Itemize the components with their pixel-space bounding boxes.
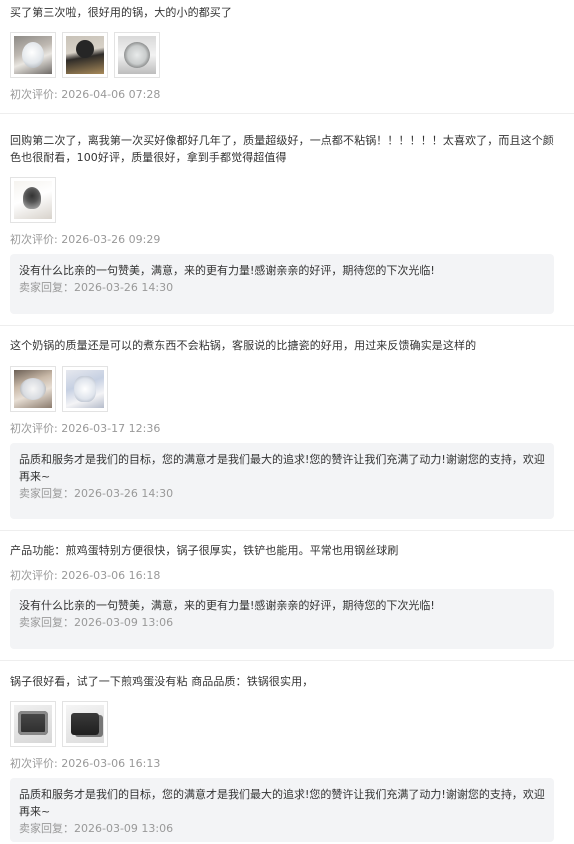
review-image-thumbnail[interactable] <box>62 701 108 747</box>
seller-reply: 没有什么比亲的一句赞美，满意，来的更有力量!感谢亲亲的好评，期待您的下次光临! … <box>10 589 554 649</box>
review-date: 初次评价: 2026-03-26 09:29 <box>10 233 161 246</box>
review-image-thumbnail[interactable] <box>62 32 108 78</box>
review-image-thumbnail[interactable] <box>10 366 56 412</box>
review-images <box>10 366 114 412</box>
review-images <box>10 177 62 223</box>
review-image-thumbnail[interactable] <box>62 366 108 412</box>
seller-reply: 品质和服务才是我们的目标，您的满意才是我们最大的追求!您的赞许让我们充满了动力!… <box>10 778 554 842</box>
review-item: 锅子很好看，试了一下煎鸡蛋没有粘 商品品质：铁锅很实用， 初次评价: 2026-… <box>0 661 574 844</box>
seller-reply: 没有什么比亲的一句赞美，满意，来的更有力量!感谢亲亲的好评，期待您的下次光临! … <box>10 254 554 314</box>
seller-reply-date: 卖家回复：2026-03-09 13:06 <box>19 616 174 629</box>
review-date: 初次评价: 2026-03-06 16:18 <box>10 569 161 582</box>
seller-reply: 品质和服务才是我们的目标，您的满意才是我们最大的追求!您的赞许让我们充满了动力!… <box>10 443 554 519</box>
review-image-thumbnail[interactable] <box>114 32 160 78</box>
photo-icon <box>14 36 52 74</box>
review-text: 锅子很好看，试了一下煎鸡蛋没有粘 商品品质：铁锅很实用， <box>10 675 314 688</box>
seller-reply-text: 品质和服务才是我们的目标，您的满意才是我们最大的追求!您的赞许让我们充满了动力!… <box>19 788 545 818</box>
review-text: 买了第三次啦，很好用的锅，大的小的都买了 <box>10 6 232 19</box>
photo-icon <box>14 370 52 408</box>
review-image-thumbnail[interactable] <box>10 177 56 223</box>
photo-icon <box>66 36 104 74</box>
review-date: 初次评价: 2026-03-17 12:36 <box>10 422 161 435</box>
photo-icon <box>66 705 104 743</box>
review-item: 买了第三次啦，很好用的锅，大的小的都买了 初次评价: 2026-04-06 07… <box>0 0 574 114</box>
seller-reply-text: 没有什么比亲的一句赞美，满意，来的更有力量!感谢亲亲的好评，期待您的下次光临! <box>19 264 435 277</box>
photo-icon <box>118 36 156 74</box>
photo-icon <box>14 705 52 743</box>
review-images <box>10 32 166 78</box>
review-image-thumbnail[interactable] <box>10 701 56 747</box>
review-date: 初次评价: 2026-04-06 07:28 <box>10 88 161 101</box>
seller-reply-date: 卖家回复：2026-03-26 14:30 <box>19 281 174 294</box>
review-images <box>10 701 114 747</box>
seller-reply-date: 卖家回复：2026-03-26 14:30 <box>19 487 174 500</box>
review-item: 这个奶锅的质量还是可以的煮东西不会粘锅，客服说的比搪瓷的好用，用过来反馈确实是这… <box>0 326 574 531</box>
photo-icon <box>14 181 52 219</box>
seller-reply-date: 卖家回复：2026-03-09 13:06 <box>19 822 174 835</box>
review-item: 产品功能：煎鸡蛋特别方便很快，锅子很厚实，铁铲也能用。平常也用钢丝球刷 初次评价… <box>0 531 574 661</box>
review-image-thumbnail[interactable] <box>10 32 56 78</box>
seller-reply-text: 没有什么比亲的一句赞美，满意，来的更有力量!感谢亲亲的好评，期待您的下次光临! <box>19 599 435 612</box>
review-date: 初次评价: 2026-03-06 16:13 <box>10 757 161 770</box>
review-text: 这个奶锅的质量还是可以的煮东西不会粘锅，客服说的比搪瓷的好用，用过来反馈确实是这… <box>10 339 477 352</box>
review-text: 产品功能：煎鸡蛋特别方便很快，锅子很厚实，铁铲也能用。平常也用钢丝球刷 <box>10 544 399 557</box>
review-text: 回购第二次了，离我第一次买好像都好几年了，质量超级好，一点都不粘锅！！！！！！太… <box>10 134 554 164</box>
photo-icon <box>66 370 104 408</box>
seller-reply-text: 品质和服务才是我们的目标，您的满意才是我们最大的追求!您的赞许让我们充满了动力!… <box>19 453 545 483</box>
review-item: 回购第二次了，离我第一次买好像都好几年了，质量超级好，一点都不粘锅！！！！！！太… <box>0 114 574 326</box>
